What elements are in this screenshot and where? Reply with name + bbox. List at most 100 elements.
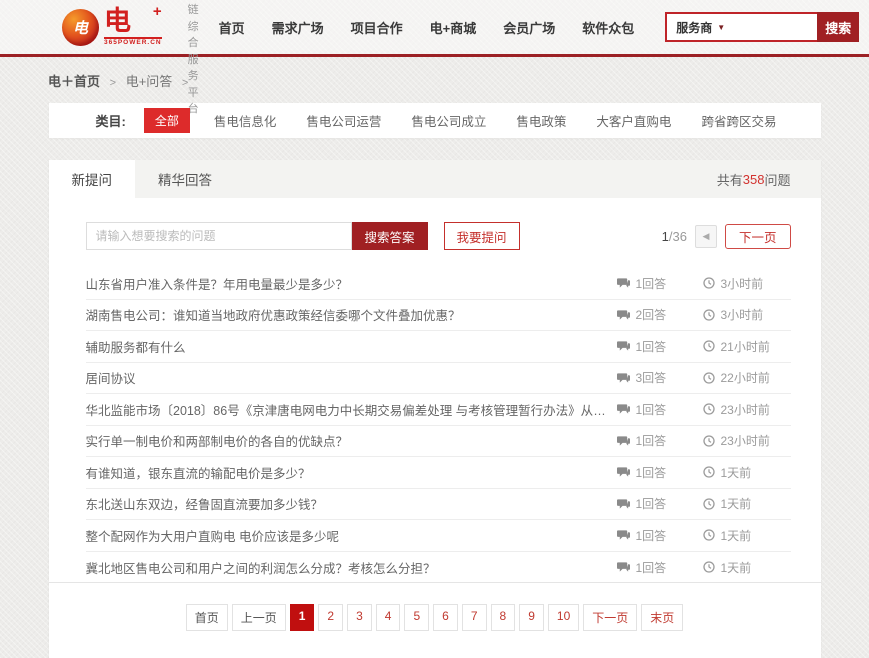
question-time: 21小时前: [703, 338, 791, 355]
question-search-input[interactable]: [86, 222, 352, 250]
header-search-input[interactable]: 服务商 ▼: [665, 12, 817, 42]
category-item-cross-province[interactable]: 跨省跨区交易: [701, 111, 776, 130]
category-all-active[interactable]: 全部: [144, 108, 190, 133]
question-title-link[interactable]: 实行单一制电价和两部制电价的各自的优缺点？: [86, 431, 617, 450]
question-time-text: 3小时前: [721, 306, 764, 323]
breadcrumb-separator: >: [110, 77, 116, 89]
question-title-link[interactable]: 山东省用户准入条件是？年用电量最少是多少？: [86, 274, 617, 293]
question-title-link[interactable]: 整个配网作为大用户直购电 电价应该是多少呢: [86, 526, 617, 545]
clock-icon: [703, 466, 715, 478]
question-title-link[interactable]: 有谁知道，银东直流的输配电价是多少？: [86, 463, 617, 482]
nav-item-member-plaza[interactable]: 会员广场: [503, 18, 555, 37]
pagination-page-5[interactable]: 5: [404, 604, 429, 631]
pagination-page-4[interactable]: 4: [376, 604, 401, 631]
answer-count-text: 3回答: [636, 369, 667, 386]
category-item-company-operation[interactable]: 售电公司运营: [306, 111, 381, 130]
site-logo[interactable]: 电 电+ 365POWER.CN: [62, 8, 162, 47]
tagline-line2: 综合服务平台: [188, 19, 199, 118]
search-scope-dropdown[interactable]: 服务商: [676, 19, 712, 36]
question-title-link[interactable]: 居间协议: [86, 368, 617, 387]
main-nav: 首页 需求广场 项目合作 电+商城 会员广场 软件众包: [219, 18, 662, 37]
question-time-text: 23小时前: [721, 432, 770, 449]
category-item-informatization[interactable]: 售电信息化: [214, 111, 277, 130]
breadcrumb-current-link[interactable]: 电+问答: [126, 74, 173, 89]
pagination-next[interactable]: 下一页: [583, 604, 637, 631]
category-filter-label: 类目:: [96, 111, 126, 130]
comment-icon: [617, 277, 630, 289]
question-row: 湖南售电公司：谁知道当地政府优惠政策经信委哪个文件叠加优惠？ 2回答 3小时前: [86, 300, 791, 332]
clock-icon: [703, 340, 715, 352]
pagination-page-2[interactable]: 2: [318, 604, 343, 631]
question-title-link[interactable]: 湖南售电公司：谁知道当地政府优惠政策经信委哪个文件叠加优惠？: [86, 305, 617, 324]
answer-count: 1回答: [617, 464, 703, 481]
nav-item-home[interactable]: 首页: [219, 18, 245, 37]
pagination-page-3[interactable]: 3: [347, 604, 372, 631]
question-title-link[interactable]: 华北监能市场〔2018〕86号《京津唐电网电力中长期交易偏差处理 与考核管理暂行…: [86, 400, 617, 419]
answer-count-text: 1回答: [636, 275, 667, 292]
question-title-link[interactable]: 冀北地区售电公司和用户之间的利润怎么分成？考核怎么分担？: [86, 558, 617, 577]
breadcrumb-home-link[interactable]: 电＋首页: [48, 74, 100, 89]
question-time-text: 1天前: [721, 464, 752, 481]
question-time-text: 23小时前: [721, 401, 770, 418]
answer-count: 1回答: [617, 559, 703, 576]
pagination-page-9[interactable]: 9: [519, 604, 544, 631]
answer-count-text: 1回答: [636, 527, 667, 544]
category-item-company-founding[interactable]: 售电公司成立: [411, 111, 486, 130]
logo-text-block: 电+ 365POWER.CN: [104, 8, 162, 47]
pagination-first[interactable]: 首页: [186, 604, 228, 631]
comment-icon: [617, 309, 630, 321]
question-row: 山东省用户准入条件是？年用电量最少是多少？ 1回答 3小时前: [86, 268, 791, 300]
clock-icon: [703, 277, 715, 289]
pagination-last[interactable]: 末页: [641, 604, 683, 631]
question-row: 有谁知道，银东直流的输配电价是多少？ 1回答 1天前: [86, 457, 791, 489]
category-item-policy[interactable]: 售电政策: [516, 111, 566, 130]
question-title-link[interactable]: 辅助服务都有什么: [86, 337, 617, 356]
header-search-button[interactable]: 搜索: [817, 12, 859, 42]
nav-item-demand-plaza[interactable]: 需求广场: [272, 18, 324, 37]
count-prefix: 共有: [717, 170, 743, 189]
logo-globe-icon: 电: [62, 9, 99, 46]
question-time: 1天前: [703, 527, 791, 544]
nav-item-project-cooperation[interactable]: 项目合作: [351, 18, 403, 37]
pagination-page-7[interactable]: 7: [462, 604, 487, 631]
ask-question-button[interactable]: 我要提问: [444, 222, 520, 250]
question-time-text: 21小时前: [721, 338, 770, 355]
clock-icon: [703, 498, 715, 510]
question-title-link[interactable]: 东北送山东双边，经鲁固直流要加多少钱？: [86, 494, 617, 513]
answer-count-text: 1回答: [636, 432, 667, 449]
question-time: 23小时前: [703, 432, 791, 449]
tab-new-questions[interactable]: 新提问: [49, 160, 136, 198]
question-row: 整个配网作为大用户直购电 电价应该是多少呢 1回答 1天前: [86, 520, 791, 552]
tab-best-answers[interactable]: 精华回答: [135, 160, 235, 198]
qa-main-panel: 新提问 精华回答 共有 358 问题 搜索答案 我要提问 1 /36 ◀ 下一页…: [49, 160, 821, 658]
pagination-page-10[interactable]: 10: [548, 604, 579, 631]
category-item-direct-purchase[interactable]: 大客户直购电: [596, 111, 671, 130]
pagination-page-8[interactable]: 8: [491, 604, 516, 631]
question-row: 东北送山东双边，经鲁固直流要加多少钱？ 1回答 1天前: [86, 489, 791, 521]
count-number: 358: [743, 172, 765, 187]
answer-count: 3回答: [617, 369, 703, 386]
clock-icon: [703, 372, 715, 384]
question-time: 23小时前: [703, 401, 791, 418]
logo-plus-mark: +: [153, 4, 162, 19]
answer-count: 1回答: [617, 401, 703, 418]
count-suffix: 问题: [764, 170, 790, 189]
breadcrumb: 电＋首页 > 电+问答 >: [0, 57, 869, 103]
nav-item-software-crowdsourcing[interactable]: 软件众包: [582, 18, 634, 37]
next-page-button[interactable]: 下一页: [725, 224, 791, 249]
answer-count-text: 1回答: [636, 495, 667, 512]
question-list: 山东省用户准入条件是？年用电量最少是多少？ 1回答 3小时前 湖南售电公司：谁知…: [49, 264, 821, 583]
answer-count: 1回答: [617, 495, 703, 512]
search-answers-button[interactable]: 搜索答案: [352, 222, 428, 250]
pagination-page-6[interactable]: 6: [433, 604, 458, 631]
prev-page-arrow-button[interactable]: ◀: [695, 225, 717, 248]
category-filter-bar: 类目: 全部 售电信息化 售电公司运营 售电公司成立 售电政策 大客户直购电 跨…: [49, 103, 821, 138]
pagination-prev[interactable]: 上一页: [232, 604, 286, 631]
comment-icon: [617, 340, 630, 352]
nav-item-mall[interactable]: 电+商城: [430, 18, 477, 37]
question-time: 22小时前: [703, 369, 791, 386]
pagination-page-1-active[interactable]: 1: [290, 604, 315, 631]
qa-toolbar: 搜索答案 我要提问 1 /36 ◀ 下一页: [49, 198, 821, 264]
question-time: 3小时前: [703, 275, 791, 292]
answer-count-text: 1回答: [636, 559, 667, 576]
